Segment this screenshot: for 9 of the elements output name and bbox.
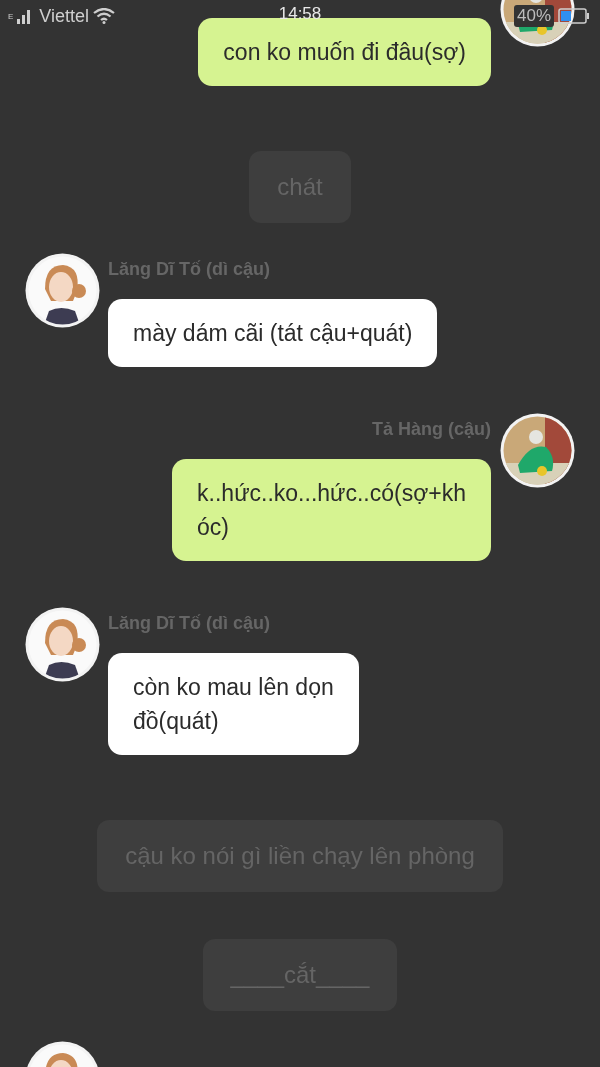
battery-percent: 40% xyxy=(513,5,554,27)
wifi-icon xyxy=(93,8,116,24)
carrier-name: Viettel xyxy=(39,5,90,27)
message-bubble: con ko muốn đi đâu(sợ) xyxy=(198,18,491,86)
network-type: E xyxy=(8,11,14,21)
message-bubble: còn ko mau lên dọn đồ(quát) xyxy=(108,653,359,755)
message-bubble: k..hức..ko...hức..có(sợ+kh óc) xyxy=(172,459,491,561)
message-bubble: mày dám cãi (tát cậu+quát) xyxy=(108,299,438,367)
battery-icon xyxy=(558,8,590,24)
